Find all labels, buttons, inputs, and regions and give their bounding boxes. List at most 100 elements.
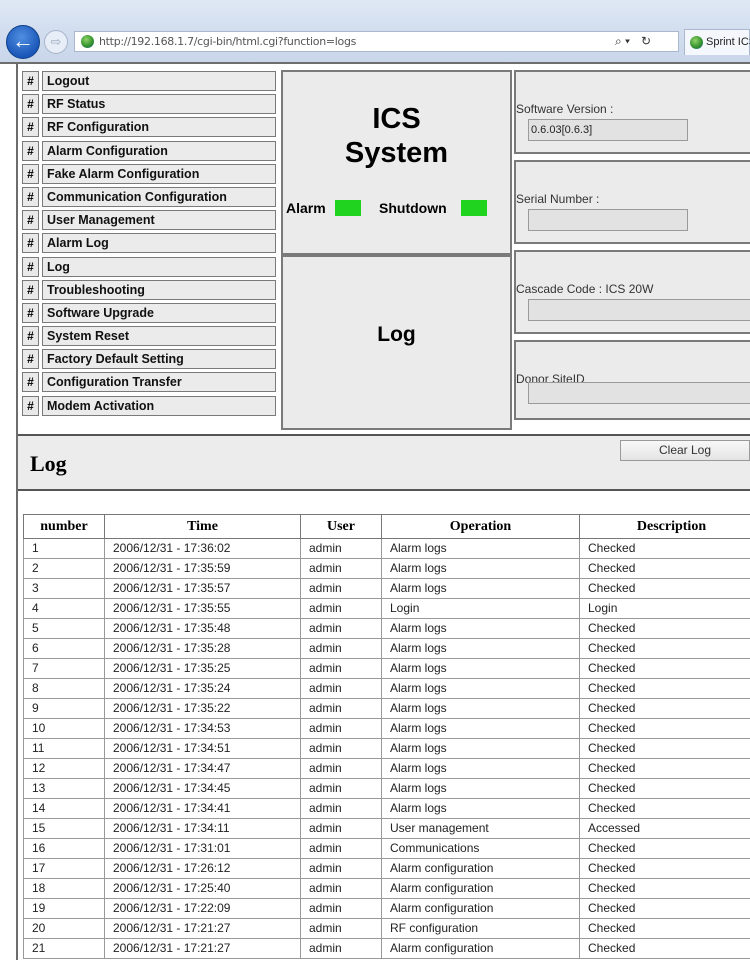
menu-row: #Alarm Log: [22, 232, 278, 255]
menu-item-configuration-transfer[interactable]: Configuration Transfer: [42, 372, 276, 392]
menu-hash-marker: #: [22, 187, 39, 207]
cell-user: admin: [301, 879, 382, 899]
cell-number: 5: [24, 619, 105, 639]
menu-item-communication-configuration[interactable]: Communication Configuration: [42, 187, 276, 207]
menu-item-log[interactable]: Log: [42, 257, 276, 277]
cell-number: 13: [24, 779, 105, 799]
cell-user: admin: [301, 719, 382, 739]
menu-row: #Factory Default Setting: [22, 348, 278, 371]
table-row: 192006/12/31 - 17:22:09adminAlarm config…: [24, 899, 750, 919]
donor-site-id-field: [528, 382, 750, 404]
table-header-row: numberTimeUserOperationDescription: [24, 515, 750, 539]
cascade-code-field: [528, 299, 750, 321]
menu-item-rf-configuration[interactable]: RF Configuration: [42, 117, 276, 137]
donor-site-id-panel: Donor SiteID: [514, 340, 750, 420]
cell-time: 2006/12/31 - 17:34:53: [105, 719, 301, 739]
back-button[interactable]: ←: [6, 25, 40, 59]
menu-item-modem-activation[interactable]: Modem Activation: [42, 396, 276, 416]
cell-description: Checked: [580, 739, 750, 759]
cell-operation: Alarm logs: [382, 619, 580, 639]
cell-user: admin: [301, 819, 382, 839]
cascade-code-panel: Cascade Code : ICS 20W: [514, 250, 750, 334]
cell-description: Checked: [580, 659, 750, 679]
menu-item-alarm-log[interactable]: Alarm Log: [42, 233, 276, 253]
cell-user: admin: [301, 839, 382, 859]
table-row: 122006/12/31 - 17:34:47adminAlarm logsCh…: [24, 759, 750, 779]
clear-log-button[interactable]: Clear Log: [620, 440, 750, 461]
cell-operation: Login: [382, 599, 580, 619]
cascade-code-label: Cascade Code : ICS 20W: [516, 282, 653, 296]
menu-hash-marker: #: [22, 141, 39, 161]
nav-menu: #Logout#RF Status#RF Configuration#Alarm…: [22, 70, 278, 418]
menu-hash-marker: #: [22, 71, 39, 91]
table-row: 142006/12/31 - 17:34:41adminAlarm logsCh…: [24, 799, 750, 819]
menu-item-alarm-configuration[interactable]: Alarm Configuration: [42, 141, 276, 161]
cell-description: Checked: [580, 559, 750, 579]
cell-time: 2006/12/31 - 17:34:47: [105, 759, 301, 779]
menu-row: #RF Status: [22, 93, 278, 116]
menu-hash-marker: #: [22, 94, 39, 114]
url-text[interactable]: http://192.168.1.7/cgi-bin/html.cgi?func…: [99, 35, 356, 48]
address-bar[interactable]: http://192.168.1.7/cgi-bin/html.cgi?func…: [74, 31, 679, 52]
cell-operation: Alarm logs: [382, 779, 580, 799]
menu-item-factory-default-setting[interactable]: Factory Default Setting: [42, 349, 276, 369]
cell-time: 2006/12/31 - 17:34:45: [105, 779, 301, 799]
page-title-panel: Log: [281, 255, 512, 430]
menu-hash-marker: #: [22, 326, 39, 346]
browser-chrome: ← ⇨ http://192.168.1.7/cgi-bin/html.cgi?…: [0, 0, 750, 62]
table-row: 72006/12/31 - 17:35:25adminAlarm logsChe…: [24, 659, 750, 679]
cell-number: 18: [24, 879, 105, 899]
cell-number: 12: [24, 759, 105, 779]
menu-item-user-management[interactable]: User Management: [42, 210, 276, 230]
column-header-operation: Operation: [382, 515, 580, 539]
cell-description: Checked: [580, 719, 750, 739]
cell-description: Checked: [580, 759, 750, 779]
cell-time: 2006/12/31 - 17:36:02: [105, 539, 301, 559]
cell-user: admin: [301, 619, 382, 639]
system-status-panel: ICS System Alarm Shutdown: [281, 70, 512, 255]
menu-row: #RF Configuration: [22, 116, 278, 139]
browser-tab[interactable]: Sprint ICS: [684, 29, 750, 55]
cell-description: Checked: [580, 939, 750, 959]
alarm-label: Alarm: [286, 200, 326, 216]
cell-description: Checked: [580, 619, 750, 639]
cell-number: 16: [24, 839, 105, 859]
cell-time: 2006/12/31 - 17:21:27: [105, 939, 301, 959]
software-version-field: 0.6.03[0.6.3]: [528, 119, 688, 141]
cell-description: Checked: [580, 879, 750, 899]
cell-user: admin: [301, 779, 382, 799]
refresh-icon[interactable]: ↻: [641, 34, 651, 48]
serial-number-field: [528, 209, 688, 231]
menu-item-rf-status[interactable]: RF Status: [42, 94, 276, 114]
menu-item-software-upgrade[interactable]: Software Upgrade: [42, 303, 276, 323]
menu-row: #Configuration Transfer: [22, 371, 278, 394]
menu-item-fake-alarm-configuration[interactable]: Fake Alarm Configuration: [42, 164, 276, 184]
menu-item-troubleshooting[interactable]: Troubleshooting: [42, 280, 276, 300]
cell-operation: Alarm logs: [382, 799, 580, 819]
cell-number: 3: [24, 579, 105, 599]
cell-number: 7: [24, 659, 105, 679]
cell-operation: Alarm configuration: [382, 879, 580, 899]
table-row: 212006/12/31 - 17:21:27adminAlarm config…: [24, 939, 750, 959]
table-row: 112006/12/31 - 17:34:51adminAlarm logsCh…: [24, 739, 750, 759]
column-header-number: number: [24, 515, 105, 539]
menu-row: #Software Upgrade: [22, 302, 278, 325]
log-table: numberTimeUserOperationDescription 12006…: [23, 514, 750, 959]
cell-user: admin: [301, 679, 382, 699]
forward-arrow-icon: ⇨: [51, 34, 62, 49]
cell-user: admin: [301, 599, 382, 619]
forward-button[interactable]: ⇨: [44, 30, 68, 54]
cell-time: 2006/12/31 - 17:25:40: [105, 879, 301, 899]
cell-user: admin: [301, 579, 382, 599]
tab-favicon-icon: [690, 36, 703, 49]
menu-hash-marker: #: [22, 210, 39, 230]
cell-user: admin: [301, 919, 382, 939]
menu-item-logout[interactable]: Logout: [42, 71, 276, 91]
tab-title: Sprint ICS: [706, 36, 750, 48]
cell-user: admin: [301, 799, 382, 819]
cell-operation: Alarm logs: [382, 579, 580, 599]
cell-number: 21: [24, 939, 105, 959]
menu-item-system-reset[interactable]: System Reset: [42, 326, 276, 346]
frame-border: [16, 64, 18, 960]
search-icon[interactable]: ⌕ ▾: [615, 34, 630, 49]
